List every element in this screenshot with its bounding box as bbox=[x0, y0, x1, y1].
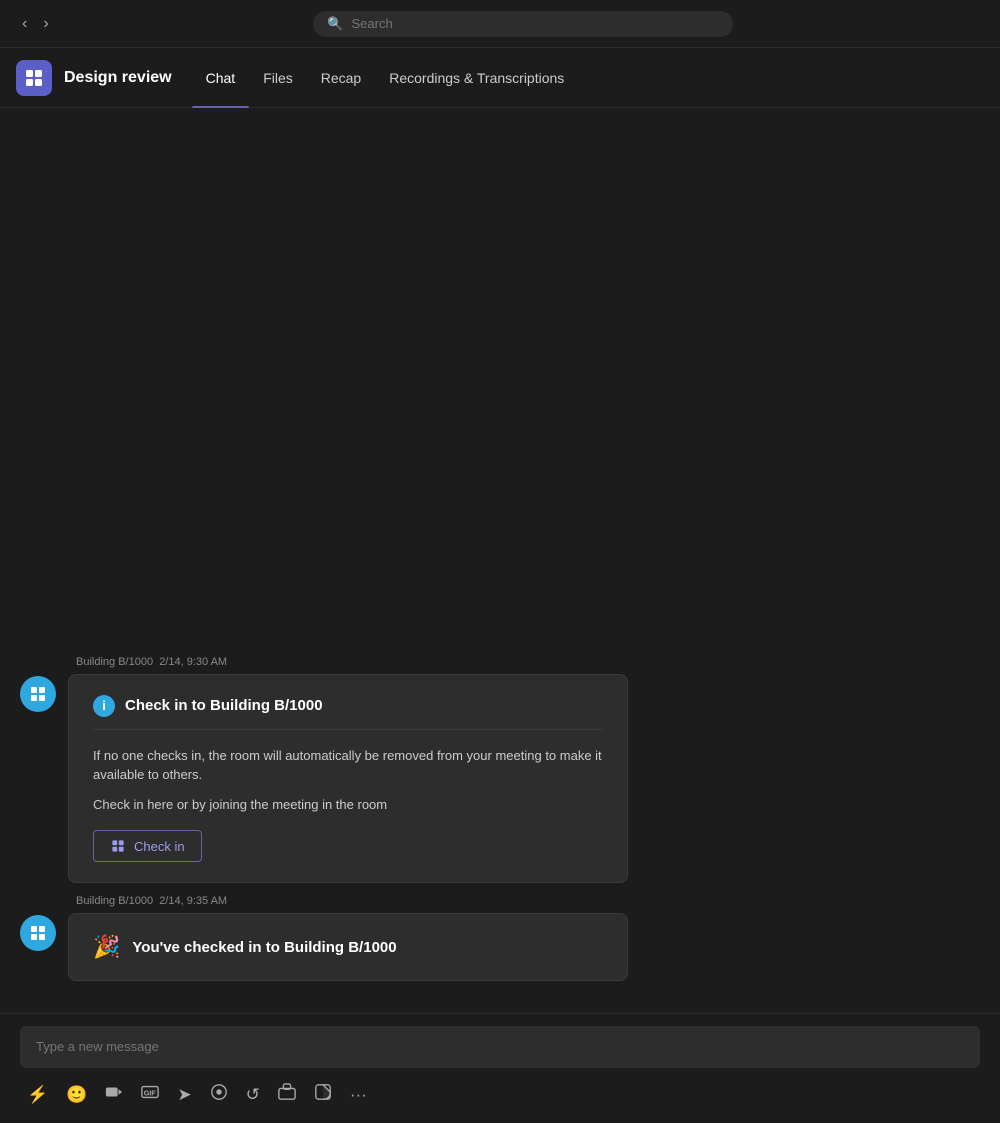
loop-icon bbox=[210, 1083, 228, 1106]
svg-text:GIF: GIF bbox=[144, 1089, 157, 1098]
channel-icon bbox=[16, 60, 52, 96]
refresh-button[interactable]: ↺ bbox=[239, 1080, 267, 1110]
gif-button[interactable]: GIF bbox=[134, 1078, 166, 1111]
message-input[interactable] bbox=[36, 1039, 964, 1054]
channel-header: Design review Chat Files Recap Recording… bbox=[0, 48, 1000, 108]
nav-arrows: ‹ › bbox=[16, 11, 55, 37]
video-icon bbox=[105, 1083, 123, 1106]
confirmed-text: You've checked in to Building B/1000 bbox=[132, 939, 396, 956]
send-icon: ➤ bbox=[177, 1085, 191, 1105]
message-group-1: Building B/1000 2/14, 9:30 AM i Check in… bbox=[0, 656, 1000, 884]
search-input[interactable] bbox=[352, 16, 720, 31]
info-icon: i bbox=[93, 695, 115, 717]
confirmed-card: 🎉 You've checked in to Building B/1000 bbox=[68, 913, 628, 981]
forward-button[interactable]: › bbox=[37, 11, 54, 37]
party-icon: 🎉 bbox=[93, 934, 120, 960]
back-button[interactable]: ‹ bbox=[16, 11, 33, 37]
sticker-icon bbox=[314, 1083, 332, 1106]
card-title-row: i Check in to Building B/1000 bbox=[93, 695, 603, 730]
more-button[interactable]: ··· bbox=[343, 1080, 374, 1110]
message-group-2: Building B/1000 2/14, 9:35 AM 🎉 You've c… bbox=[0, 895, 1000, 981]
tab-recap[interactable]: Recap bbox=[307, 48, 375, 108]
checkin-label: Check in bbox=[134, 839, 185, 854]
attach-button[interactable] bbox=[271, 1078, 303, 1111]
tab-recordings[interactable]: Recordings & Transcriptions bbox=[375, 48, 578, 108]
message-row-2: 🎉 You've checked in to Building B/1000 bbox=[20, 913, 980, 981]
praise-icon: ↺ bbox=[246, 1085, 260, 1105]
top-bar: ‹ › 🔍 bbox=[0, 0, 1000, 48]
message-row-1: i Check in to Building B/1000 If no one … bbox=[20, 674, 980, 884]
attach-icon bbox=[278, 1083, 296, 1106]
message-input-box[interactable] bbox=[20, 1026, 980, 1068]
format-button[interactable]: ⚡ bbox=[20, 1080, 55, 1110]
card-body: If no one checks in, the room will autom… bbox=[93, 746, 603, 815]
card-body-text-2: Check in here or by joining the meeting … bbox=[93, 795, 603, 815]
checkin-card: i Check in to Building B/1000 If no one … bbox=[68, 674, 628, 884]
search-icon: 🔍 bbox=[327, 16, 343, 32]
search-bar: 🔍 bbox=[313, 11, 733, 37]
sender-name-2: Building B/1000 bbox=[76, 895, 153, 907]
card-body-text-1: If no one checks in, the room will autom… bbox=[93, 746, 603, 785]
timestamp-1: 2/14, 9:30 AM bbox=[159, 656, 227, 668]
checkin-button[interactable]: Check in bbox=[93, 830, 202, 862]
emoji-button[interactable]: 🙂 bbox=[59, 1080, 94, 1110]
loop-button[interactable] bbox=[203, 1078, 235, 1111]
emoji-icon: 🙂 bbox=[66, 1085, 87, 1105]
video-button[interactable] bbox=[98, 1078, 130, 1111]
timestamp-2: 2/14, 9:35 AM bbox=[159, 895, 227, 907]
message-meta-2: Building B/1000 2/14, 9:35 AM bbox=[76, 895, 980, 907]
sticker-button[interactable] bbox=[307, 1078, 339, 1111]
format-icon: ⚡ bbox=[27, 1085, 48, 1105]
input-area: ⚡ 🙂 GIF ➤ ↺ bbox=[0, 1013, 1000, 1121]
channel-title: Design review bbox=[64, 69, 172, 87]
avatar-2 bbox=[20, 915, 56, 951]
gif-icon: GIF bbox=[141, 1083, 159, 1106]
tab-nav: Chat Files Recap Recordings & Transcript… bbox=[192, 48, 579, 108]
tab-chat[interactable]: Chat bbox=[192, 48, 250, 108]
avatar-1 bbox=[20, 676, 56, 712]
more-icon: ··· bbox=[350, 1085, 367, 1105]
send-button[interactable]: ➤ bbox=[170, 1080, 198, 1110]
chat-area: Building B/1000 2/14, 9:30 AM i Check in… bbox=[0, 108, 1000, 1013]
message-meta-1: Building B/1000 2/14, 9:30 AM bbox=[76, 656, 980, 668]
toolbar-row: ⚡ 🙂 GIF ➤ ↺ bbox=[20, 1072, 980, 1121]
card-title: Check in to Building B/1000 bbox=[125, 697, 323, 714]
sender-name-1: Building B/1000 bbox=[76, 656, 153, 668]
tab-files[interactable]: Files bbox=[249, 48, 307, 108]
